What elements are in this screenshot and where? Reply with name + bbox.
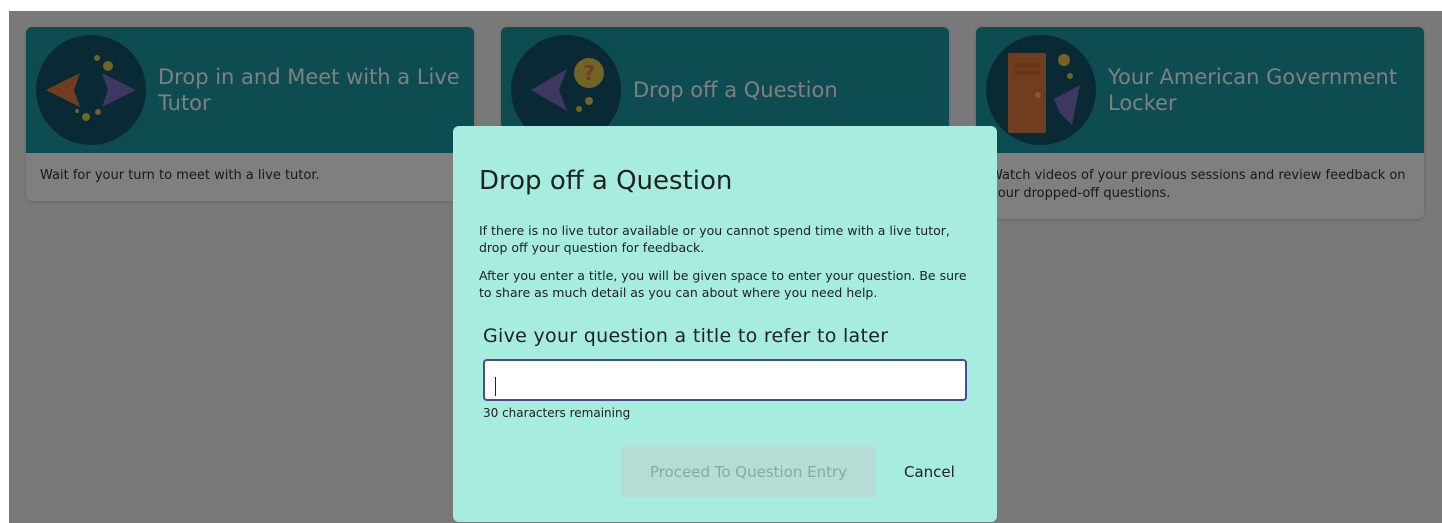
dialog-title: Drop off a Question xyxy=(479,166,733,196)
drop-off-question-dialog: Drop off a Question If there is no live … xyxy=(453,126,997,522)
dialog-actions: Proceed To Question Entry Cancel xyxy=(621,446,961,497)
dialog-instructions-text: After you enter a title, you will be giv… xyxy=(479,268,967,300)
question-title-input[interactable] xyxy=(483,359,967,401)
proceed-button[interactable]: Proceed To Question Entry xyxy=(621,446,876,497)
question-title-label: Give your question a title to refer to l… xyxy=(483,325,889,347)
dialog-intro-text: If there is no live tutor available or y… xyxy=(479,223,950,255)
text-cursor xyxy=(495,377,496,396)
cancel-button[interactable]: Cancel xyxy=(898,462,961,482)
characters-remaining: 30 characters remaining xyxy=(483,406,631,420)
